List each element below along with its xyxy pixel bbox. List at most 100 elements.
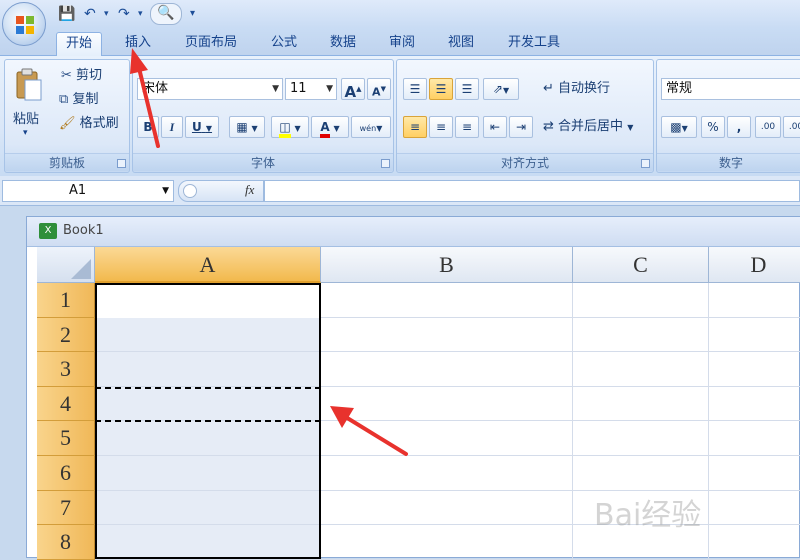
clipboard-launcher-icon[interactable] [117, 159, 126, 168]
align-left-icon: ≡ [409, 120, 421, 134]
cell-a8[interactable] [95, 525, 321, 560]
cut-button[interactable]: ✂ 剪切 [61, 66, 102, 86]
copy-button[interactable]: ⧉ 复制 [59, 90, 98, 110]
cell-b8[interactable] [321, 525, 573, 560]
align-top-button[interactable]: ☰ [403, 78, 427, 100]
insert-function-button[interactable]: fx [245, 182, 254, 198]
tab-formulas[interactable]: 公式 [262, 32, 306, 56]
row-header-8[interactable]: 8 [37, 525, 95, 560]
print-preview-icon[interactable]: 🔍 [150, 3, 182, 25]
customize-icon[interactable]: ▾ [190, 5, 195, 23]
increase-indent-button[interactable]: ⇥ [509, 116, 533, 138]
borders-button[interactable]: ▦ ▼ [229, 116, 265, 138]
percent-button[interactable]: % [701, 116, 725, 138]
align-left-button[interactable]: ≡ [403, 116, 427, 138]
comma-button[interactable]: , [727, 116, 751, 138]
cell-c1[interactable] [573, 283, 709, 318]
align-right-button[interactable]: ≡ [455, 116, 479, 138]
accounting-format-button[interactable]: ▩▼ [661, 116, 697, 138]
cell-c6[interactable] [573, 456, 709, 491]
font-color-icon: A [320, 120, 330, 138]
alignment-launcher-icon[interactable] [641, 159, 650, 168]
grow-font-button[interactable]: A▲ [341, 78, 365, 101]
tab-data[interactable]: 数据 [321, 32, 365, 56]
row-header-2[interactable]: 2 [37, 317, 95, 353]
cell-b7[interactable] [321, 490, 573, 526]
align-center-button[interactable]: ≡ [429, 116, 453, 138]
font-color-button[interactable]: A ▼ [311, 116, 349, 138]
row-header-1[interactable]: 1 [37, 283, 95, 318]
expand-handle-icon[interactable] [183, 184, 197, 198]
row-header-5[interactable]: 5 [37, 421, 95, 456]
column-header-c[interactable]: C [573, 247, 709, 283]
undo-dropdown-icon[interactable]: ▾ [104, 5, 109, 23]
merge-center-button[interactable]: ⇄ 合并后居中 ▼ [543, 117, 633, 138]
format-painter-button[interactable]: 🖌 格式刷 [59, 114, 119, 134]
chevron-down-icon: ▼ [502, 86, 510, 95]
cell-a6[interactable] [95, 456, 321, 491]
fill-color-button[interactable]: ◫ ▼ [271, 116, 309, 138]
formula-controls: fx [178, 180, 264, 202]
tab-review[interactable]: 审阅 [380, 32, 424, 56]
cell-a2[interactable] [95, 317, 321, 353]
select-all-triangle-icon [71, 259, 91, 279]
phonetic-button[interactable]: wén▼ [351, 116, 391, 138]
select-all-button[interactable] [37, 247, 95, 283]
row-header-7[interactable]: 7 [37, 490, 95, 526]
row-header-3[interactable]: 3 [37, 352, 95, 387]
cell-d1[interactable] [709, 283, 800, 318]
redo-icon[interactable]: ↷ [118, 5, 130, 23]
tab-developer[interactable]: 开发工具 [499, 32, 569, 56]
cell-d4[interactable] [709, 387, 800, 422]
font-size-select[interactable]: 11 ▼ [285, 78, 337, 100]
decrease-decimal-button[interactable]: .00 [783, 116, 800, 138]
column-header-a[interactable]: A [95, 247, 321, 283]
orientation-button[interactable]: ⇗▼ [483, 78, 519, 100]
active-cell[interactable] [97, 285, 319, 318]
save-icon[interactable]: 💾 [58, 5, 75, 23]
cell-a5[interactable] [95, 421, 321, 456]
redo-dropdown-icon[interactable]: ▾ [138, 5, 143, 23]
cell-d6[interactable] [709, 456, 800, 491]
align-bottom-button[interactable]: ☰ [455, 78, 479, 100]
column-header-d[interactable]: D [709, 247, 800, 283]
number-format-select[interactable]: 常规 [661, 78, 800, 100]
cell-b1[interactable] [321, 283, 573, 318]
paste-button[interactable]: 粘贴 ▾ [11, 66, 47, 148]
cell-a3[interactable] [95, 352, 321, 387]
cell-c5[interactable] [573, 421, 709, 456]
increase-decimal-button[interactable]: .00 [755, 116, 781, 138]
tab-home[interactable]: 开始 [56, 32, 103, 56]
cell-d2[interactable] [709, 318, 800, 353]
tab-view[interactable]: 视图 [439, 32, 483, 56]
chevron-down-icon: ▼ [333, 124, 340, 133]
shrink-font-button[interactable]: A▼ [367, 78, 391, 100]
cell-c4[interactable] [573, 386, 709, 422]
cell-b2[interactable] [321, 317, 573, 353]
wrap-text-button[interactable]: ↵ 自动换行 [543, 79, 610, 99]
font-size-value: 11 [290, 81, 307, 96]
underline-button[interactable]: U ▼ [185, 116, 219, 138]
cell-c2[interactable] [573, 317, 709, 353]
row-header-6[interactable]: 6 [37, 456, 95, 491]
name-box[interactable]: A1 ▼ [2, 180, 174, 202]
undo-icon[interactable]: ↶ [84, 5, 96, 23]
annotation-arrow-icon [130, 48, 160, 148]
cell-d3[interactable] [709, 352, 800, 387]
cell-c3[interactable] [573, 352, 709, 387]
font-launcher-icon[interactable] [381, 159, 390, 168]
cell-b3[interactable] [321, 352, 573, 387]
column-header-b[interactable]: B [321, 247, 573, 283]
formula-input[interactable] [264, 180, 800, 202]
tab-page-layout[interactable]: 页面布局 [176, 32, 246, 56]
cell-d5[interactable] [709, 421, 800, 456]
row-header-4[interactable]: 4 [37, 386, 95, 422]
office-button[interactable] [2, 2, 46, 46]
chevron-down-icon: ▼ [681, 124, 688, 133]
cell-a7[interactable] [95, 490, 321, 526]
align-middle-button[interactable]: ☰ [429, 78, 453, 100]
decrease-indent-button[interactable]: ⇤ [483, 116, 507, 138]
paint-bucket-icon: ◫ [279, 120, 291, 138]
underline-label: U [191, 120, 202, 134]
cell-b6[interactable] [321, 456, 573, 491]
